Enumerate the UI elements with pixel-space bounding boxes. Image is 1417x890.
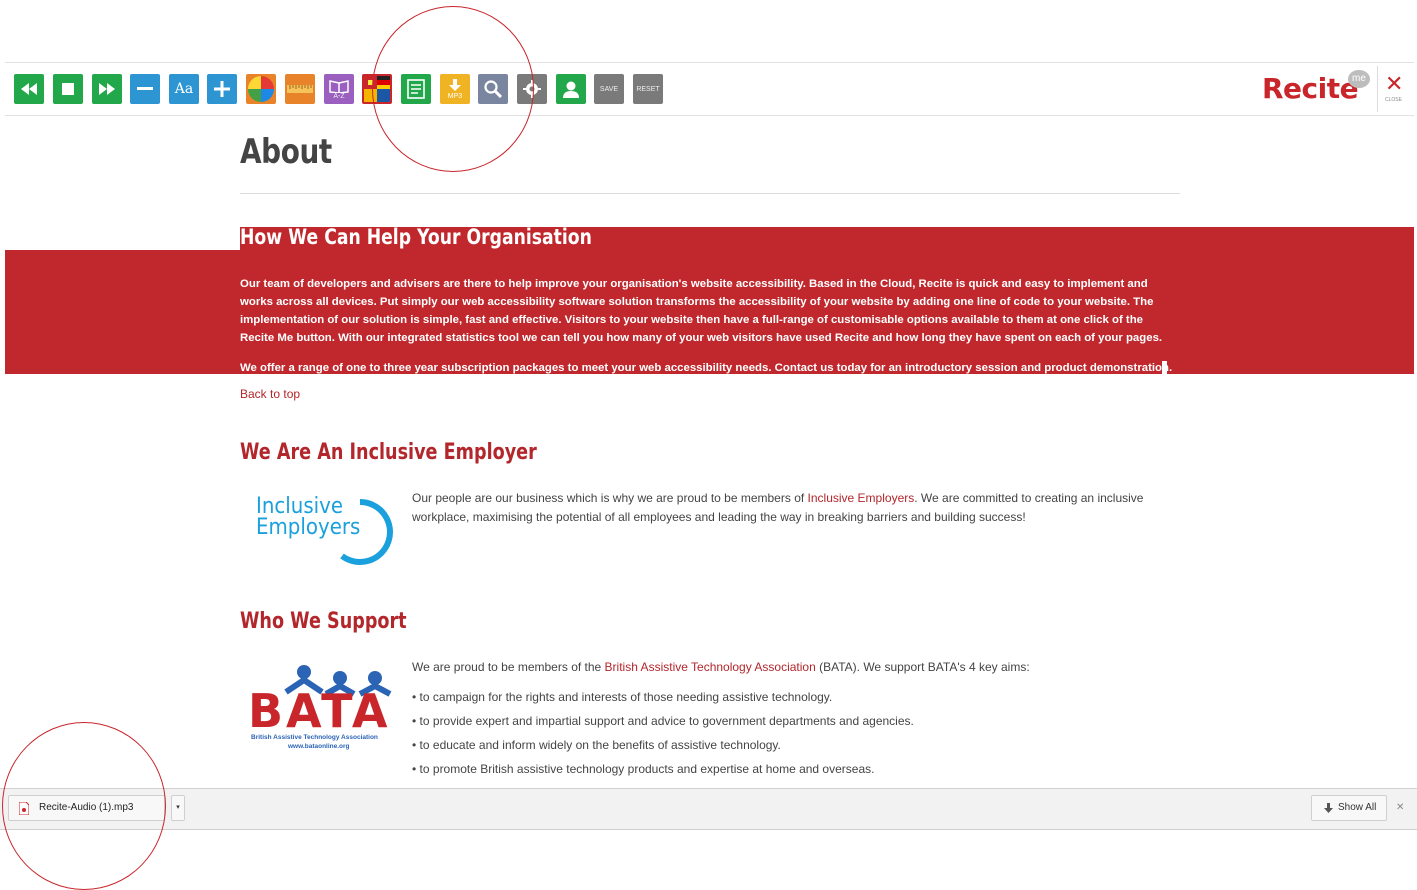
download-bar [0, 788, 1417, 830]
color-wheel-icon [248, 76, 274, 102]
list-item: • to promote British assistive technolog… [412, 762, 875, 776]
fast-forward-icon [99, 83, 115, 95]
section-paragraph-offer: We offer a range of one to three year su… [240, 362, 1173, 374]
list-item: • to campaign for the rights and interes… [412, 690, 833, 704]
stop-icon [62, 83, 74, 95]
close-download-bar-icon[interactable]: ✕ [1396, 802, 1404, 813]
text-cursor-highlight [1162, 361, 1167, 375]
inclusive-employers-logo: Inclusive Employers [250, 488, 400, 568]
dictionary-label: A-Z [333, 92, 345, 100]
close-icon[interactable]: ✕ [1385, 74, 1403, 96]
bata-logo: BATA British Assistive Technology Associ… [248, 662, 400, 754]
support-paragraph: We are proud to be members of the Britis… [412, 660, 1030, 674]
download-options-button[interactable]: ▾ [171, 795, 185, 821]
dictionary-button[interactable]: A-Z [324, 74, 354, 104]
inclusive-employers-link[interactable]: Inclusive Employers [808, 491, 915, 505]
translate-button[interactable] [362, 74, 392, 104]
employer-paragraph: Our people are our business which is why… [412, 491, 1144, 524]
user-button[interactable] [556, 74, 586, 104]
page-title: About [240, 132, 332, 172]
minus-icon [137, 87, 153, 90]
reset-button[interactable]: RESET [633, 74, 663, 104]
download-mp3-button[interactable]: MP3 [440, 74, 470, 104]
show-all-button[interactable]: Show All [1311, 795, 1387, 821]
rewind-icon [21, 83, 37, 95]
user-icon [563, 81, 579, 98]
bata-link[interactable]: British Assistive Technology Association [605, 660, 816, 674]
list-item: • to educate and inform widely on the be… [412, 738, 781, 752]
decrease-text-button[interactable] [130, 74, 160, 104]
band-notch [5, 227, 240, 250]
audio-file-icon [19, 802, 29, 815]
list-item: • to provide expert and impartial suppor… [412, 714, 914, 728]
section-paragraph-help: Our team of developers and advisers are … [240, 278, 1163, 344]
download-item[interactable]: Recite-Audio (1).mp3 [8, 795, 165, 821]
fast-forward-button[interactable] [92, 74, 122, 104]
plus-icon [214, 81, 230, 97]
bata-logo-url: www.bataonline.org [288, 743, 350, 750]
search-button[interactable] [478, 74, 508, 104]
ruler-button[interactable] [285, 74, 315, 104]
bata-logo-text: BATA [248, 684, 391, 738]
recite-logo: Recite [1262, 72, 1359, 105]
text-mode-button[interactable] [401, 74, 431, 104]
increase-text-button[interactable] [207, 74, 237, 104]
ruler-icon [287, 85, 313, 93]
gear-icon [523, 80, 541, 98]
dictionary-icon [329, 79, 349, 93]
save-button[interactable]: SAVE [594, 74, 624, 104]
download-arrow-icon [1324, 803, 1333, 813]
logo-line-2: Employers [256, 515, 361, 540]
font-button[interactable]: Aa [169, 74, 199, 104]
settings-button[interactable] [517, 74, 547, 104]
search-icon [484, 80, 502, 98]
section-heading-help: How We Can Help Your Organisation [240, 225, 592, 249]
download-icon [449, 78, 461, 91]
recite-logo-badge: me [1348, 70, 1370, 88]
bata-logo-sub: British Assistive Technology Association [251, 734, 378, 741]
download-mp3-label: MP3 [447, 92, 463, 100]
color-wheel-button[interactable] [246, 74, 276, 104]
close-label: CLOSE [1385, 97, 1402, 103]
back-to-top-link[interactable]: Back to top [240, 387, 300, 401]
stop-button[interactable] [53, 74, 83, 104]
flags-icon [364, 76, 390, 102]
divider [240, 193, 1180, 194]
rewind-button[interactable] [14, 74, 44, 104]
section-heading-employer: We Are An Inclusive Employer [240, 440, 537, 465]
font-icon: Aa [174, 81, 194, 97]
download-filename: Recite-Audio (1).mp3 [39, 802, 134, 813]
text-mode-icon [407, 79, 425, 99]
section-heading-support: Who We Support [240, 609, 407, 634]
